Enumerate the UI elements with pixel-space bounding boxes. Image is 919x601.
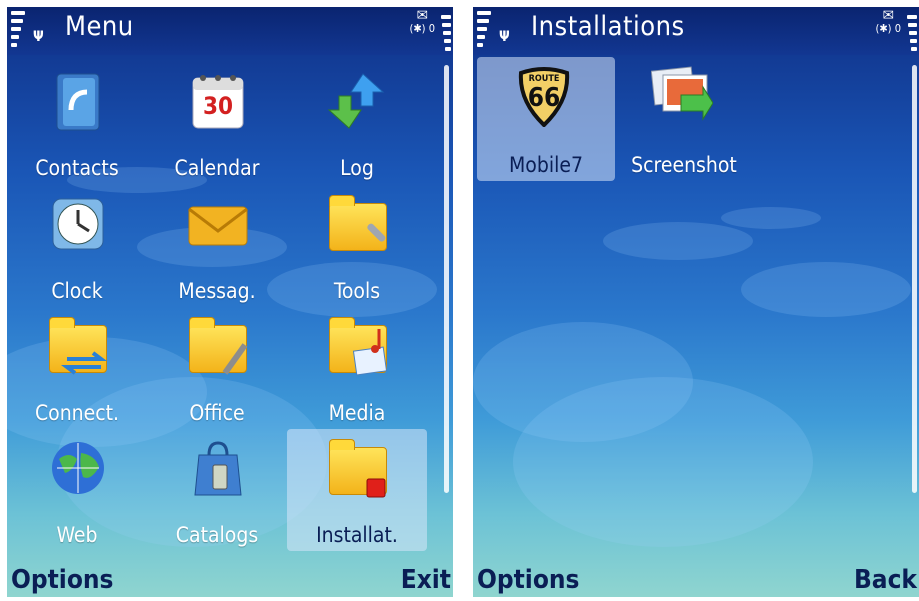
profile-indicator: 0 bbox=[428, 22, 435, 35]
app-item-screenshot[interactable]: Screenshot bbox=[615, 57, 753, 181]
calendar-icon: 30 bbox=[187, 70, 249, 132]
calendar-day: 30 bbox=[202, 92, 234, 120]
connectivity-folder-icon bbox=[47, 315, 109, 377]
item-label: Messag. bbox=[178, 279, 256, 303]
page-title: Installations bbox=[531, 11, 685, 42]
menu-item-contacts[interactable]: Contacts bbox=[7, 62, 147, 184]
contacts-icon bbox=[47, 70, 109, 132]
menu-item-office[interactable]: Office bbox=[147, 307, 287, 429]
item-label: Calendar bbox=[174, 156, 260, 180]
menu-item-tools[interactable]: Tools bbox=[287, 185, 427, 307]
menu-item-messaging[interactable]: Messag. bbox=[147, 185, 287, 307]
item-label: Connect. bbox=[34, 401, 120, 425]
options-softkey[interactable]: Options bbox=[477, 565, 579, 595]
signal-strength-icon bbox=[11, 11, 25, 57]
media-folder-icon bbox=[327, 315, 389, 377]
item-label: Catalogs bbox=[175, 523, 259, 547]
web-globe-icon bbox=[47, 437, 109, 499]
item-label: Log bbox=[340, 156, 374, 180]
item-label: Media bbox=[328, 401, 386, 425]
item-label: Tools bbox=[333, 279, 381, 303]
installations-folder-icon bbox=[327, 437, 389, 499]
battery-icon bbox=[907, 15, 917, 55]
background-bubble bbox=[513, 377, 813, 547]
menu-item-calendar[interactable]: 30 Calendar bbox=[147, 62, 287, 184]
app-item-mobile7[interactable]: ROUTE 66 Mobile7 bbox=[477, 57, 615, 181]
item-label: Mobile7 bbox=[508, 153, 583, 177]
tools-folder-icon bbox=[327, 193, 389, 255]
menu-item-connectivity[interactable]: Connect. bbox=[7, 307, 147, 429]
menu-item-catalogs[interactable]: Catalogs bbox=[147, 429, 287, 551]
menu-item-clock[interactable]: Clock bbox=[7, 185, 147, 307]
menu-item-media[interactable]: Media bbox=[287, 307, 427, 429]
messaging-icon bbox=[187, 193, 249, 255]
background-bubble bbox=[741, 262, 911, 317]
antenna-icon: Ψ bbox=[33, 29, 44, 45]
exit-softkey[interactable]: Exit bbox=[401, 565, 451, 595]
installations-screen: Ψ Installations ✉ (✱) 0 ROUTE 66 Mobile7… bbox=[473, 7, 919, 597]
message-envelope-icon: ✉ bbox=[882, 7, 894, 24]
background-bubble bbox=[721, 207, 821, 229]
scrollbar[interactable] bbox=[444, 65, 449, 493]
status-indicators: ✉ (✱) 0 bbox=[875, 7, 901, 36]
item-label: Screenshot bbox=[631, 153, 737, 177]
item-label: Contacts bbox=[35, 156, 119, 180]
page-title: Menu bbox=[65, 11, 134, 42]
menu-item-web[interactable]: Web bbox=[7, 429, 147, 551]
bluetooth-icon: (✱) bbox=[875, 22, 892, 35]
profile-indicator: 0 bbox=[894, 22, 901, 35]
title-bar: Ψ Installations ✉ (✱) 0 bbox=[473, 7, 919, 55]
item-label: Web bbox=[56, 523, 98, 547]
log-icon bbox=[327, 70, 389, 132]
item-label: Clock bbox=[51, 279, 103, 303]
menu-item-installations[interactable]: Installat. bbox=[287, 429, 427, 551]
item-label: Installat. bbox=[316, 523, 398, 547]
screenshot-icon bbox=[650, 65, 714, 127]
signal-strength-icon bbox=[477, 11, 491, 57]
clock-icon bbox=[47, 193, 109, 255]
scrollbar[interactable] bbox=[912, 65, 917, 493]
menu-screen: Ψ Menu ✉ (✱) 0 Contacts 30 Calendar Log bbox=[7, 7, 453, 597]
message-envelope-icon: ✉ bbox=[416, 7, 428, 24]
background-bubble bbox=[603, 222, 753, 260]
antenna-icon: Ψ bbox=[499, 29, 510, 45]
route-badge-number: 66 bbox=[527, 83, 561, 113]
bluetooth-icon: (✱) bbox=[409, 22, 426, 35]
office-folder-icon bbox=[187, 315, 249, 377]
back-softkey[interactable]: Back bbox=[854, 565, 917, 595]
catalogs-bag-icon bbox=[187, 437, 249, 499]
route66-icon: ROUTE 66 bbox=[513, 65, 575, 128]
battery-icon bbox=[441, 15, 451, 55]
status-indicators: ✉ (✱) 0 bbox=[409, 7, 435, 36]
options-softkey[interactable]: Options bbox=[11, 565, 113, 595]
menu-item-log[interactable]: Log bbox=[287, 62, 427, 184]
title-bar: Ψ Menu ✉ (✱) 0 bbox=[7, 7, 453, 55]
item-label: Office bbox=[189, 401, 245, 425]
